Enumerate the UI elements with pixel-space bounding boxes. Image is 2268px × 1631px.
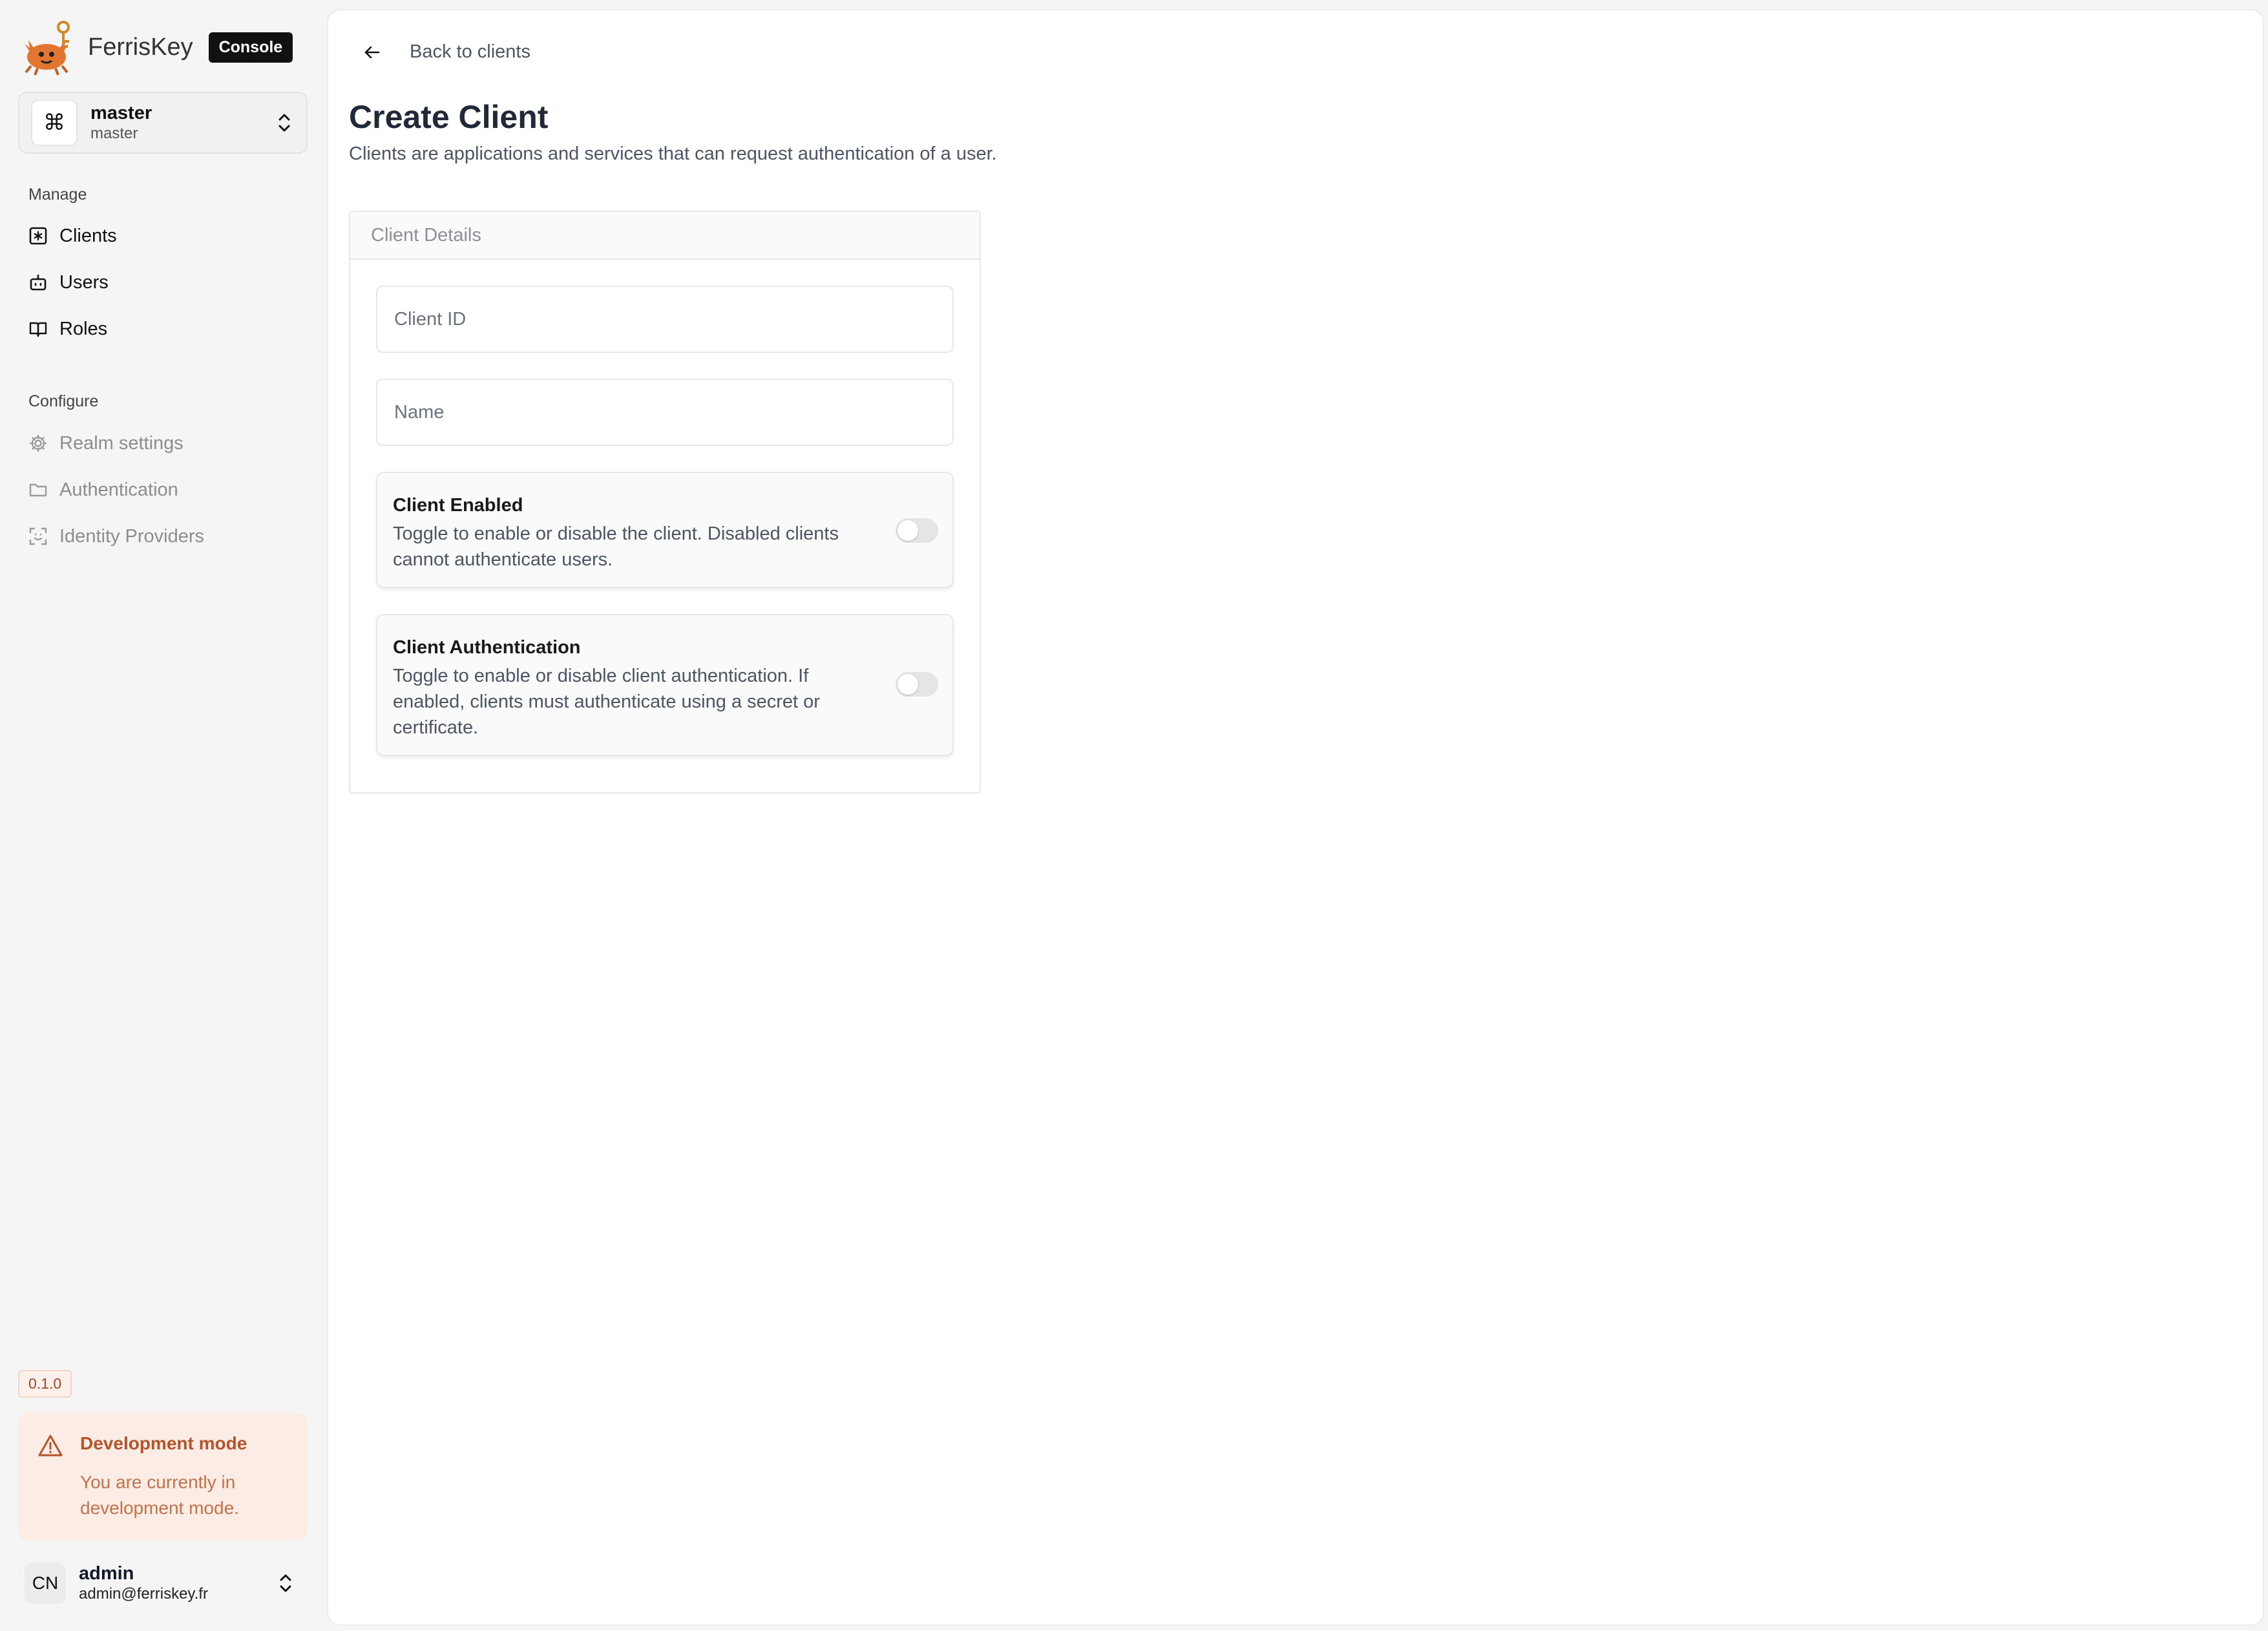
client-authentication-setting: Client Authentication Toggle to enable o…	[376, 614, 954, 756]
client-authentication-description: Toggle to enable or disable client authe…	[393, 666, 820, 738]
sidebar-item-roles[interactable]: Roles	[28, 312, 107, 346]
manage-section-label: Manage	[28, 185, 87, 204]
client-enabled-toggle[interactable]	[896, 518, 938, 543]
user-email: admin@ferriskey.fr	[79, 1585, 208, 1603]
sidebar-item-label: Roles	[59, 318, 108, 339]
command-icon: ⌘	[31, 100, 78, 146]
warning-triangle-icon	[38, 1435, 63, 1457]
arrow-left-icon	[364, 46, 380, 58]
page-subtitle: Clients are applications and services th…	[349, 143, 997, 164]
toggle-knob	[898, 674, 918, 695]
avatar: CN	[25, 1563, 66, 1604]
scan-face-icon	[29, 527, 47, 545]
client-id-input[interactable]	[376, 286, 954, 353]
client-enabled-setting: Client Enabled Toggle to enable or disab…	[376, 472, 954, 588]
realm-switcher[interactable]: ⌘ master master	[18, 92, 308, 154]
brand[interactable]: FerrisKey Console	[21, 18, 293, 76]
dev-mode-text: You are currently in development mode.	[80, 1472, 239, 1518]
chevrons-up-down-icon	[280, 1574, 291, 1592]
page-title: Create Client	[349, 99, 549, 135]
folder-icon	[29, 483, 47, 497]
sidebar-item-label: Authentication	[59, 479, 178, 500]
client-enabled-description: Toggle to enable or disable the client. …	[393, 523, 839, 570]
name-input[interactable]	[376, 379, 954, 446]
brand-name: FerrisKey	[88, 33, 193, 61]
card-title: Client Details	[350, 212, 980, 260]
client-enabled-title: Client Enabled	[393, 495, 523, 516]
back-label: Back to clients	[410, 41, 530, 62]
roles-book-icon	[29, 322, 47, 337]
sidebar-item-label: Identity Providers	[59, 525, 205, 547]
sidebar: FerrisKey Console ⌘ master master Manage…	[0, 0, 326, 1631]
gear-icon	[29, 434, 47, 452]
sidebar-item-clients[interactable]: Clients	[28, 219, 117, 253]
users-icon	[30, 274, 47, 291]
main-panel: Back to clients Create Client Clients ar…	[328, 10, 2263, 1625]
user-menu[interactable]: CN admin admin@ferriskey.fr	[18, 1552, 308, 1614]
user-name: admin	[79, 1563, 134, 1584]
realm-name: master	[90, 103, 152, 123]
version-badge: 0.1.0	[18, 1370, 72, 1398]
sidebar-item-identity-providers[interactable]: Identity Providers	[28, 520, 204, 553]
client-authentication-toggle[interactable]	[896, 672, 938, 697]
toggle-knob	[898, 520, 918, 541]
sidebar-item-realm-settings[interactable]: Realm settings	[28, 426, 184, 460]
back-to-clients-link[interactable]: Back to clients	[362, 41, 530, 63]
sidebar-item-label: Clients	[59, 225, 117, 246]
ferris-crab-logo-icon	[25, 21, 70, 76]
client-authentication-title: Client Authentication	[393, 637, 581, 658]
sidebar-item-label: Realm settings	[59, 432, 184, 454]
sidebar-item-label: Users	[59, 271, 109, 293]
clients-icon	[29, 227, 47, 245]
console-badge: Console	[208, 32, 293, 63]
client-details-card: Client Details Client Enabled Toggle to …	[349, 211, 981, 794]
dev-mode-title: Development mode	[80, 1433, 247, 1453]
sidebar-item-users[interactable]: Users	[28, 266, 109, 299]
development-mode-alert: Development mode You are currently in de…	[18, 1413, 308, 1541]
chevrons-up-down-icon	[278, 114, 290, 132]
sidebar-item-authentication[interactable]: Authentication	[28, 473, 178, 507]
realm-subtitle: master	[90, 125, 138, 142]
configure-section-label: Configure	[28, 392, 99, 410]
